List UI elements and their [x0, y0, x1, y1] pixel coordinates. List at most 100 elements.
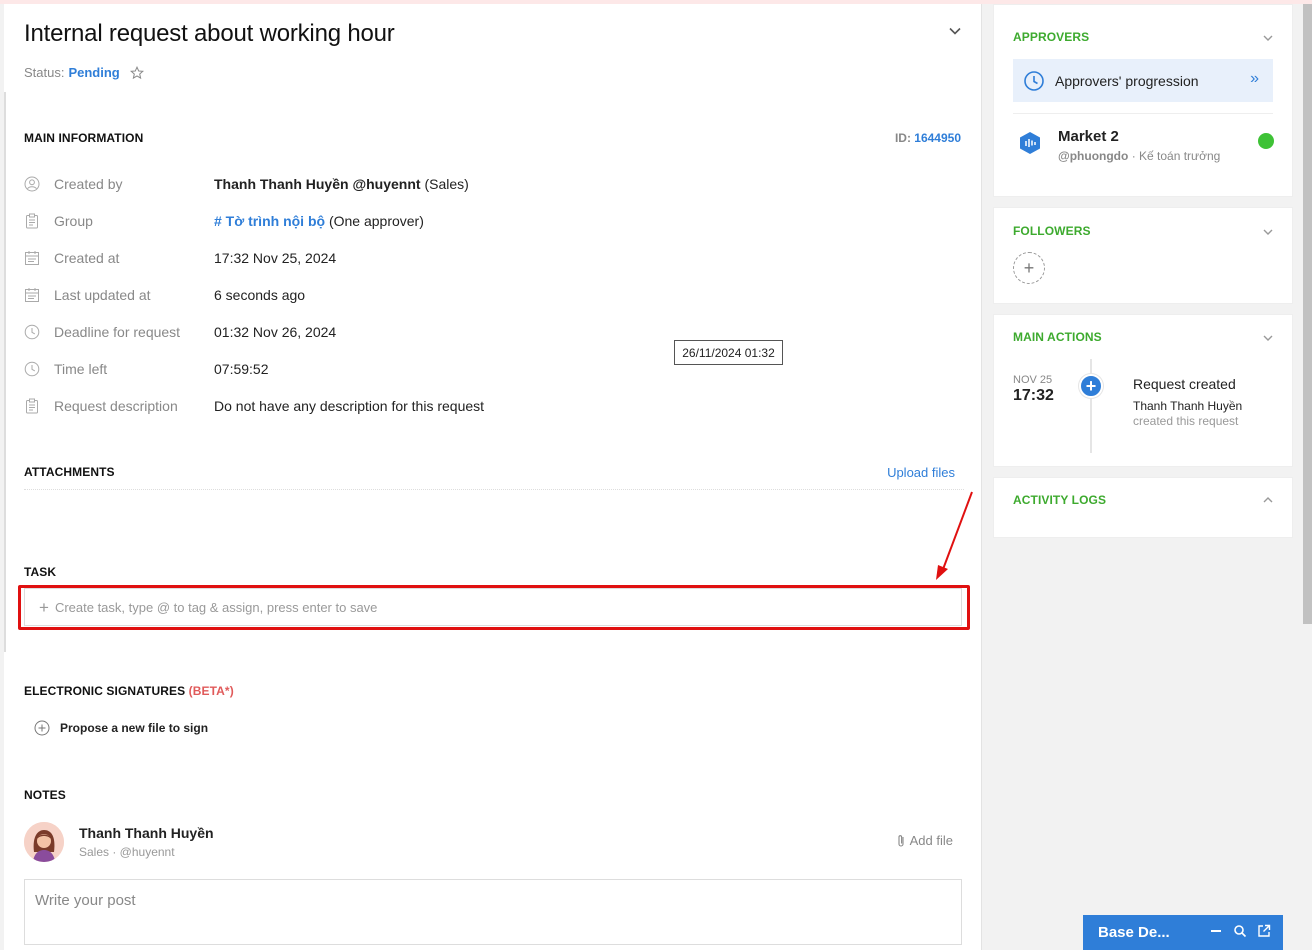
plus-icon: +	[39, 597, 49, 617]
description-label: Request description	[54, 398, 178, 414]
approvers-progression-button[interactable]: Approvers' progression »	[1013, 59, 1273, 102]
beta-badge: (BETA*)	[188, 684, 234, 698]
approver-handle: @phuongdo	[1058, 149, 1129, 163]
attachments-divider	[24, 489, 964, 490]
description-value: Do not have any description for this req…	[214, 398, 485, 414]
info-row-description: Request description Do not have any desc…	[24, 394, 964, 418]
deadline-value: 01:32 Nov 26, 2024	[214, 324, 337, 340]
chevron-down-icon[interactable]	[1262, 226, 1274, 238]
group-extra: (One approver)	[328, 213, 424, 229]
main-actions-heading: MAIN ACTIONS	[1013, 330, 1102, 344]
note-author-sub: Sales · @huyennt	[79, 845, 175, 859]
clipboard-icon	[26, 398, 38, 414]
propose-file-button[interactable]: Propose a new file to sign	[34, 720, 208, 736]
signatures-title: ELECTRONIC SIGNATURES	[24, 684, 186, 698]
clock-icon	[24, 361, 40, 377]
calendar-icon	[25, 288, 39, 302]
post-placeholder: Write your post	[35, 892, 136, 909]
info-row-last-updated: Last updated at 6 seconds ago	[24, 283, 964, 307]
plus-icon: +	[1079, 374, 1103, 398]
followers-card: FOLLOWERS +	[993, 207, 1293, 304]
main-information-heading: MAIN INFORMATION	[24, 131, 144, 145]
group-label: Group	[54, 213, 93, 229]
created-by-value: Thanh Thanh Huyền @huyennt (Sales)	[214, 176, 469, 192]
clipboard-icon	[26, 213, 38, 229]
status-label: Status:	[24, 65, 65, 80]
add-follower-button[interactable]: +	[1013, 252, 1045, 284]
clock-icon	[24, 324, 40, 340]
attachments-heading: ATTACHMENTS	[24, 465, 115, 479]
calendar-icon	[25, 251, 39, 265]
approver-status-dot	[1258, 133, 1274, 149]
chevron-down-icon[interactable]	[1262, 332, 1274, 344]
info-row-time-left: Time left 07:59:52	[24, 357, 964, 381]
add-file-button[interactable]: Add file	[896, 833, 953, 848]
chevron-down-icon[interactable]	[948, 24, 962, 38]
chat-widget-actions	[1209, 924, 1271, 938]
time-left-value: 07:59:52	[214, 361, 269, 377]
star-icon[interactable]	[129, 65, 144, 80]
upload-files-link[interactable]: Upload files	[887, 465, 955, 480]
task-heading: TASK	[24, 565, 57, 579]
time-left-label: Time left	[54, 361, 108, 377]
activity-logs-heading: ACTIVITY LOGS	[1013, 493, 1107, 507]
progression-label: Approvers' progression	[1055, 72, 1199, 89]
action-date: NOV 25	[1013, 374, 1053, 386]
chat-widget-label: Base De...	[1098, 924, 1170, 941]
scrollbar[interactable]	[1303, 4, 1312, 624]
note-author-name: Thanh Thanh Huyền	[79, 825, 214, 841]
avatar[interactable]	[24, 822, 64, 862]
user-icon	[24, 176, 40, 192]
approver-details: @phuongdo · Kế toán trưởng	[1058, 149, 1220, 163]
create-task-input[interactable]: + Create task, type @ to tag & assign, p…	[24, 588, 962, 626]
action-time: 17:32	[1013, 387, 1054, 404]
approver-name: Market 2	[1058, 128, 1119, 145]
search-icon[interactable]	[1233, 924, 1247, 938]
main-actions-card: MAIN ACTIONS NOV 25 17:32 + Request crea…	[993, 314, 1293, 467]
activity-logs-card: ACTIVITY LOGS	[993, 477, 1293, 538]
minimize-icon[interactable]	[1209, 924, 1223, 938]
left-scroll-hint	[4, 92, 6, 652]
deadline-tooltip: 26/11/2024 01:32	[674, 340, 783, 365]
last-updated-label: Last updated at	[54, 287, 151, 303]
approvers-heading: APPROVERS	[1013, 30, 1090, 44]
creator-department: (Sales)	[424, 176, 469, 192]
add-circle-icon	[34, 720, 50, 736]
chevron-down-icon[interactable]	[1262, 32, 1274, 44]
chevron-up-icon[interactable]	[1262, 494, 1274, 506]
signatures-heading: ELECTRONIC SIGNATURES (BETA*)	[24, 684, 234, 698]
propose-label: Propose a new file to sign	[60, 721, 209, 735]
chat-widget[interactable]: Base De...	[1083, 915, 1283, 950]
paperclip-icon	[898, 834, 904, 847]
info-row-deadline: Deadline for request 01:32 Nov 26, 2024	[24, 320, 964, 344]
request-main-panel: Internal request about working hour Stat…	[4, 4, 982, 950]
id-value: 1644950	[914, 131, 961, 145]
status-row: Status: Pending	[24, 65, 144, 80]
followers-heading: FOLLOWERS	[1013, 224, 1091, 238]
info-row-group: Group # Tờ trình nội bộ (One approver)	[24, 209, 964, 233]
external-link-icon[interactable]	[1257, 924, 1271, 938]
write-post-input[interactable]: Write your post	[24, 879, 962, 945]
approver-role: · Kế toán trưởng	[1131, 149, 1221, 163]
created-at-value: 17:32 Nov 25, 2024	[214, 250, 337, 266]
double-chevron-right-icon: »	[1250, 70, 1259, 87]
plus-icon: +	[1023, 257, 1035, 278]
last-updated-value: 6 seconds ago	[214, 287, 306, 303]
page-title: Internal request about working hour	[24, 20, 395, 47]
action-user[interactable]: Thanh Thanh Huyền	[1133, 399, 1242, 413]
task-placeholder: Create task, type @ to tag & assign, pre…	[54, 599, 378, 615]
info-row-created-at: Created at 17:32 Nov 25, 2024	[24, 246, 964, 270]
deadline-label: Deadline for request	[54, 324, 181, 340]
creator-name[interactable]: Thanh Thanh Huyền @huyennt	[214, 176, 421, 192]
created-at-label: Created at	[54, 250, 120, 266]
group-value: # Tờ trình nội bộ (One approver)	[214, 213, 424, 229]
approvers-divider	[1013, 113, 1273, 114]
group-link[interactable]: # Tờ trình nội bộ	[214, 213, 325, 229]
action-description: created this request	[1133, 414, 1239, 428]
status-badge: Pending	[68, 65, 120, 80]
request-id: ID: 1644950	[895, 131, 961, 145]
approvers-card: APPROVERS Approvers' progression » Marke…	[993, 4, 1293, 197]
action-title: Request created	[1133, 376, 1236, 392]
id-label: ID:	[894, 131, 911, 145]
add-file-label: Add file	[909, 833, 953, 848]
